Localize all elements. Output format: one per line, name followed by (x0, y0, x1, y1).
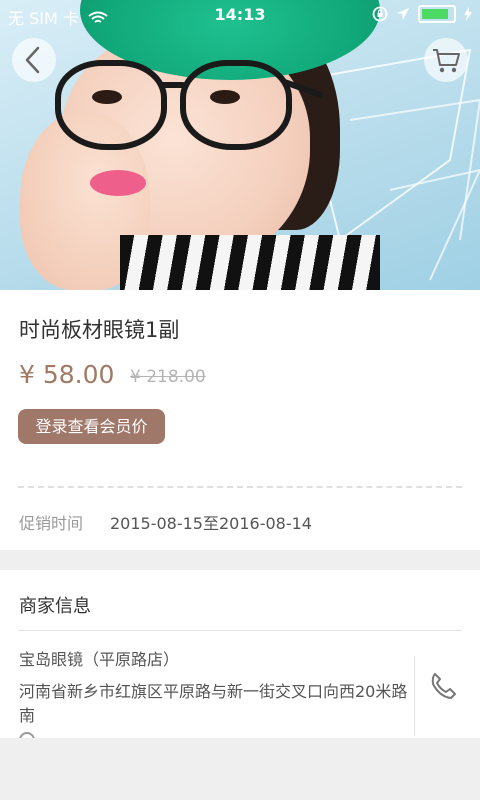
location-arrow-icon (397, 8, 409, 20)
promo-time-value: 2015-08-15至2016-08-14 (110, 514, 312, 533)
charging-bolt-icon (464, 7, 472, 21)
member-price-button[interactable]: 登录查看会员价 (18, 409, 165, 444)
location-pin-icon (19, 732, 35, 738)
striped-shirt (120, 235, 380, 290)
glasses-lens (180, 60, 292, 150)
phone-icon (431, 673, 456, 699)
status-right (372, 5, 472, 23)
chevron-left-icon (25, 46, 40, 74)
back-button[interactable] (12, 38, 56, 82)
lips (90, 170, 146, 196)
product-title: 时尚板材眼镜1副 (19, 318, 180, 342)
divider (18, 486, 462, 488)
promo-time-label: 促销时间 (19, 514, 84, 533)
product-image (0, 0, 480, 290)
merchant-info-card: 商家信息 宝岛眼镜（平原路店） 河南省新乡市红旗区平原路与新一街交叉口向西20米… (0, 570, 480, 738)
sale-price: ¥ 58.00 (19, 360, 115, 389)
battery-icon (418, 5, 456, 23)
merchant-address[interactable]: 河南省新乡市红旗区平原路与新一街交叉口向西20米路南 (19, 680, 411, 728)
merchant-name[interactable]: 宝岛眼镜（平原路店） (19, 646, 179, 670)
rotation-lock-icon (372, 6, 388, 22)
divider (18, 630, 462, 631)
merchant-section-title: 商家信息 (19, 596, 91, 617)
vertical-divider (414, 656, 415, 736)
status-bar: 无 SIM 卡 14:13 (0, 0, 480, 30)
cart-button[interactable] (424, 38, 468, 82)
shopping-cart-icon (433, 49, 460, 73)
glasses-bridge (160, 82, 186, 88)
glasses-lens (55, 60, 167, 150)
call-button[interactable] (424, 666, 468, 706)
product-info-card: 时尚板材眼镜1副 ¥ 58.00 ¥ 218.00 登录查看会员价 促销时间 2… (0, 290, 480, 550)
original-price: ¥ 218.00 (130, 367, 206, 387)
